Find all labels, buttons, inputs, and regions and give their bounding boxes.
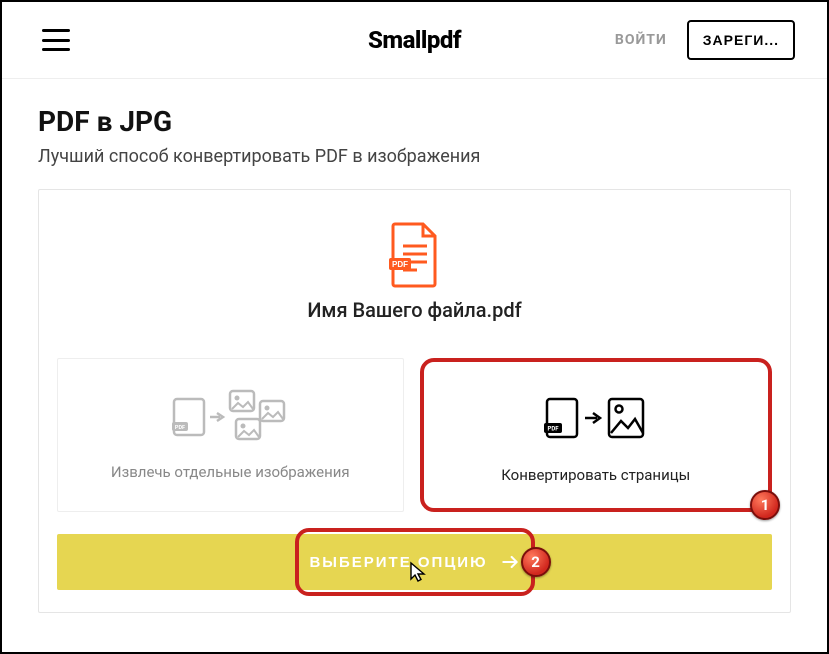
convert-pages-icon: PDF bbox=[436, 390, 757, 446]
header: Smallpdf ВОЙТИ ЗАРЕГИ... bbox=[2, 2, 827, 79]
file-block: PDF Имя Вашего файла.pdf bbox=[57, 208, 772, 344]
choose-option-button[interactable]: ВЫБЕРИТЕ ОПЦИЮ bbox=[57, 534, 772, 590]
annotation-badge-1: 1 bbox=[750, 490, 780, 520]
content: PDF в JPG Лучший способ конвертировать P… bbox=[2, 79, 827, 625]
file-name: Имя Вашего файла.pdf bbox=[57, 298, 772, 322]
pdf-file-icon: PDF bbox=[387, 222, 443, 288]
menu-icon[interactable] bbox=[42, 29, 70, 51]
svg-text:PDF: PDF bbox=[392, 260, 408, 269]
svg-text:PDF: PDF bbox=[547, 426, 559, 433]
option-extract-label: Извлечь отдельные изображения bbox=[70, 463, 391, 481]
signup-button[interactable]: ЗАРЕГИ... bbox=[687, 20, 795, 60]
page-title: PDF в JPG bbox=[38, 105, 791, 138]
option-extract-images[interactable]: PDF Извлечь отдельные изображения bbox=[57, 358, 404, 512]
option-convert-pages[interactable]: PDF Конвертировать страницы 1 bbox=[420, 358, 773, 512]
panel: PDF Имя Вашего файла.pdf PDF bbox=[38, 189, 791, 613]
logo: Smallpdf bbox=[368, 26, 461, 54]
page-subtitle: Лучший способ конвертировать PDF в изобр… bbox=[38, 146, 791, 167]
cta-wrapper: ВЫБЕРИТЕ ОПЦИЮ 2 bbox=[57, 534, 772, 590]
svg-text:PDF: PDF bbox=[175, 425, 185, 431]
extract-images-icon: PDF bbox=[70, 387, 391, 443]
arrow-right-icon bbox=[500, 552, 520, 572]
options-row: PDF Извлечь отдельные изображения bbox=[57, 358, 772, 512]
option-convert-label: Конвертировать страницы bbox=[436, 466, 757, 484]
cta-label: ВЫБЕРИТЕ ОПЦИЮ bbox=[309, 554, 487, 571]
auth-area: ВОЙТИ ЗАРЕГИ... bbox=[615, 20, 795, 60]
login-link[interactable]: ВОЙТИ bbox=[615, 32, 667, 48]
